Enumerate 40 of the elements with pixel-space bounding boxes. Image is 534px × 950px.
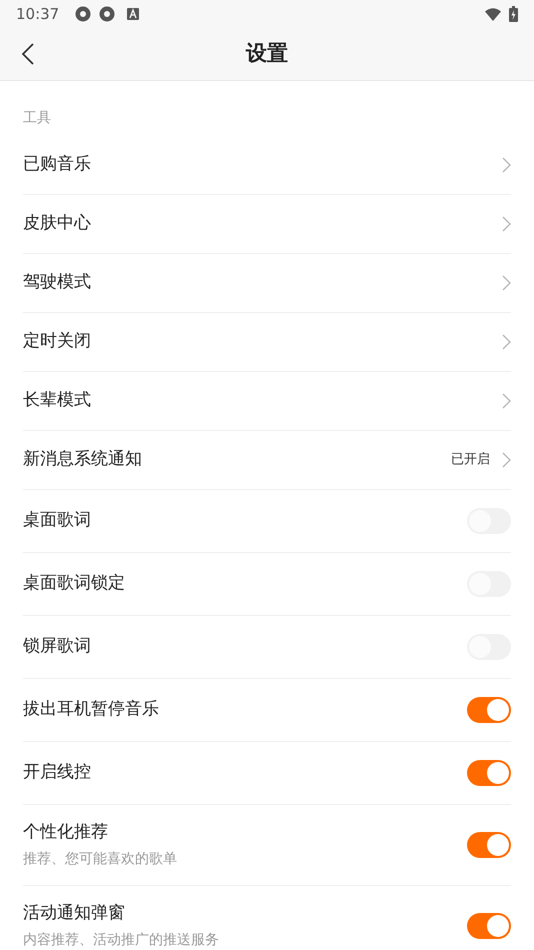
page-title: 设置 <box>246 40 288 68</box>
toggle-switch[interactable] <box>467 760 511 786</box>
row-label: 桌面歌词 <box>23 509 91 532</box>
row-label: 新消息系统通知 <box>23 448 142 472</box>
chevron-right-icon <box>502 216 511 232</box>
wifi-icon <box>485 8 501 20</box>
row-subtitle: 推荐、您可能喜欢的歌单 <box>23 850 177 870</box>
toggle-switch[interactable] <box>467 913 511 939</box>
settings-row[interactable]: 长辈模式 <box>23 372 511 431</box>
settings-row[interactable]: 驾驶模式 <box>23 254 511 313</box>
battery-icon <box>509 6 518 22</box>
row-label: 定时关闭 <box>23 330 91 354</box>
row-label: 桌面歌词锁定 <box>23 572 125 596</box>
row-label: 拔出耳机暂停音乐 <box>23 698 159 722</box>
chevron-right-icon <box>502 334 511 350</box>
row-label: 活动通知弹窗 <box>23 902 126 925</box>
row-label: 开启线控 <box>23 761 91 784</box>
row-label: 驾驶模式 <box>23 271 91 294</box>
chevron-right-icon <box>502 157 511 173</box>
app-notification-icon <box>75 6 92 22</box>
keyboard-icon <box>127 8 140 20</box>
settings-row[interactable]: 皮肤中心 <box>23 195 511 254</box>
settings-row[interactable]: 定时关闭 <box>23 313 511 372</box>
row-value: 已开启 <box>451 451 490 470</box>
settings-row[interactable]: 已购音乐 <box>23 136 511 195</box>
chevron-right-icon <box>502 275 511 291</box>
row-label: 长辈模式 <box>23 389 91 412</box>
section-title: 工具 <box>23 109 51 128</box>
row-label: 已购音乐 <box>23 153 91 176</box>
chevron-right-icon <box>502 393 511 409</box>
toggle-switch[interactable] <box>467 697 511 723</box>
row-label: 个性化推荐 <box>23 820 109 844</box>
app-notification-icon <box>99 6 116 22</box>
row-label: 皮肤中心 <box>23 212 91 236</box>
row-label: 锁屏歌词 <box>23 635 91 658</box>
settings-row[interactable]: 新消息系统通知 已开启 <box>23 431 511 490</box>
toggle-switch[interactable] <box>467 832 511 858</box>
chevron-right-icon <box>502 452 511 468</box>
row-subtitle: 内容推荐、活动推广的推送服务 <box>23 931 219 950</box>
status-time: 10:37 <box>16 4 60 25</box>
